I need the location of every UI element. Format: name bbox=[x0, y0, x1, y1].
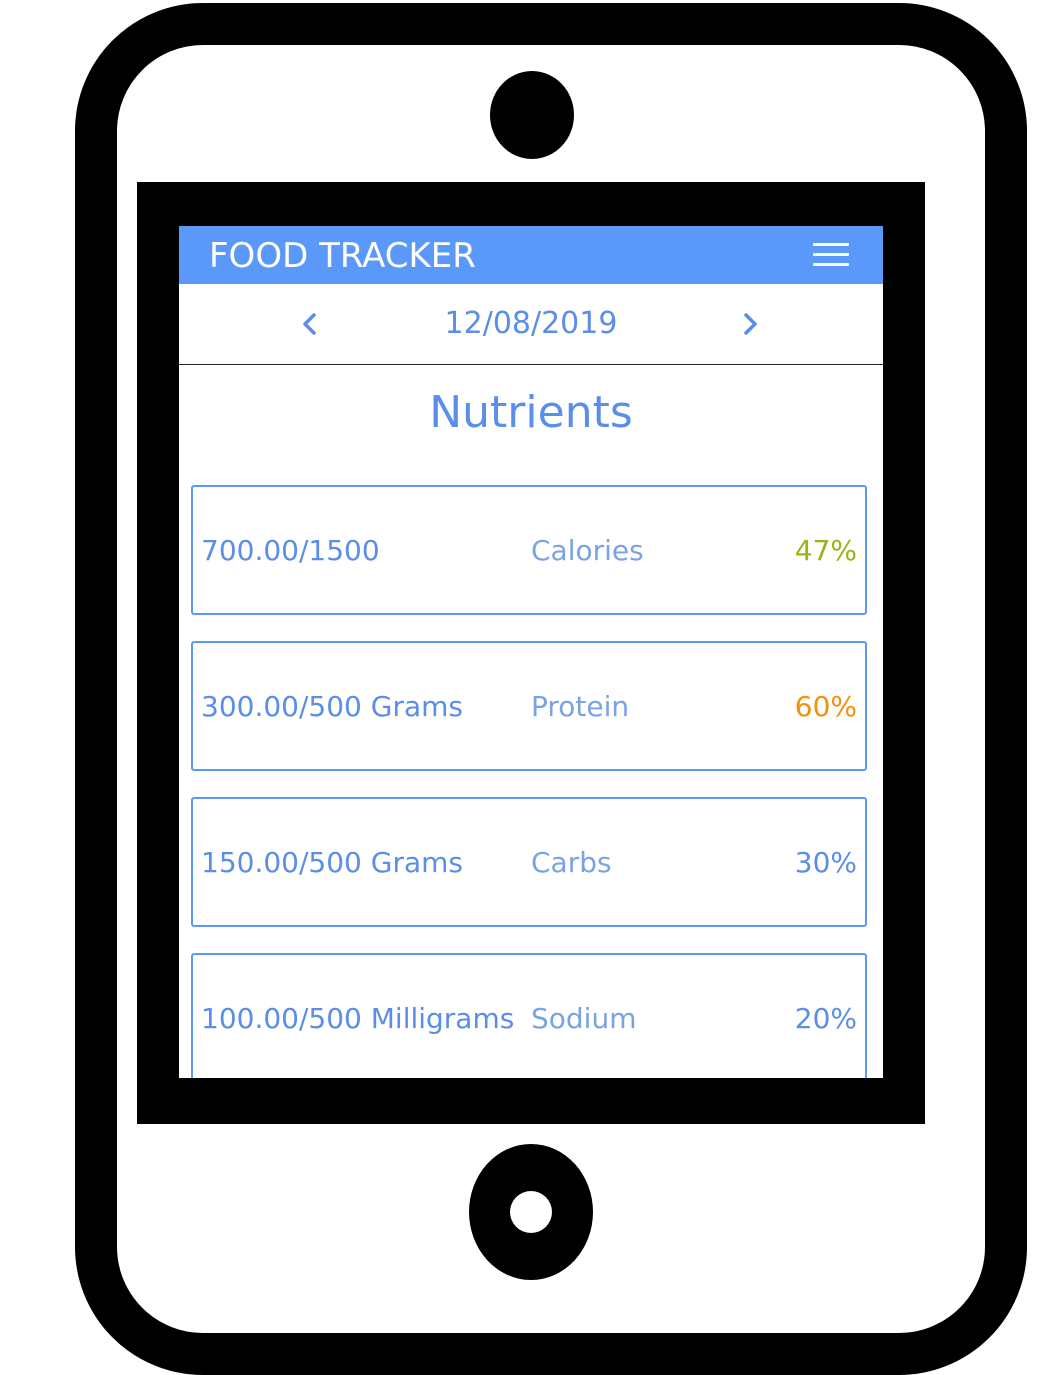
current-date: 12/08/2019 bbox=[444, 306, 618, 341]
section-title: Nutrients bbox=[429, 387, 633, 438]
nutrient-percent: 60% bbox=[794, 690, 857, 723]
app-screen: FOOD TRACKER 12/08/2019 Nutrients 700.00… bbox=[179, 226, 883, 1078]
menu-bar bbox=[813, 243, 849, 246]
nutrient-percent: 20% bbox=[794, 1002, 857, 1035]
nutrient-percent: 47% bbox=[794, 534, 857, 567]
menu-bar bbox=[813, 253, 849, 256]
nutrient-percent: 30% bbox=[794, 846, 857, 879]
nutrient-name: Sodium bbox=[531, 1002, 637, 1035]
camera-icon bbox=[490, 71, 574, 159]
nutrient-amount: 700.00/1500 bbox=[201, 534, 380, 567]
date-navigation: 12/08/2019 bbox=[179, 284, 883, 365]
menu-bar bbox=[813, 263, 849, 266]
hamburger-menu-icon[interactable] bbox=[811, 240, 851, 270]
home-button[interactable] bbox=[469, 1144, 593, 1280]
tablet-device: FOOD TRACKER 12/08/2019 Nutrients 700.00… bbox=[0, 0, 1061, 1375]
nutrient-amount: 150.00/500 Grams bbox=[201, 846, 463, 879]
nutrient-amount: 100.00/500 Milligrams bbox=[201, 1002, 515, 1035]
nutrient-card-carbs[interactable]: 150.00/500 Grams Carbs 30% bbox=[191, 797, 867, 927]
nutrient-name: Carbs bbox=[531, 846, 612, 879]
home-button-center bbox=[510, 1191, 552, 1233]
nutrient-card-protein[interactable]: 300.00/500 Grams Protein 60% bbox=[191, 641, 867, 771]
chevron-right-icon[interactable] bbox=[737, 308, 765, 340]
chevron-left-icon[interactable] bbox=[297, 308, 325, 340]
app-title: FOOD TRACKER bbox=[209, 236, 476, 276]
nutrient-amount: 300.00/500 Grams bbox=[201, 690, 463, 723]
nutrient-card-calories[interactable]: 700.00/1500 Calories 47% bbox=[191, 485, 867, 615]
nutrient-card-sodium[interactable]: 100.00/500 Milligrams Sodium 20% bbox=[191, 953, 867, 1078]
nutrient-name: Calories bbox=[531, 534, 644, 567]
nutrient-name: Protein bbox=[531, 690, 630, 723]
app-header: FOOD TRACKER bbox=[179, 226, 883, 284]
